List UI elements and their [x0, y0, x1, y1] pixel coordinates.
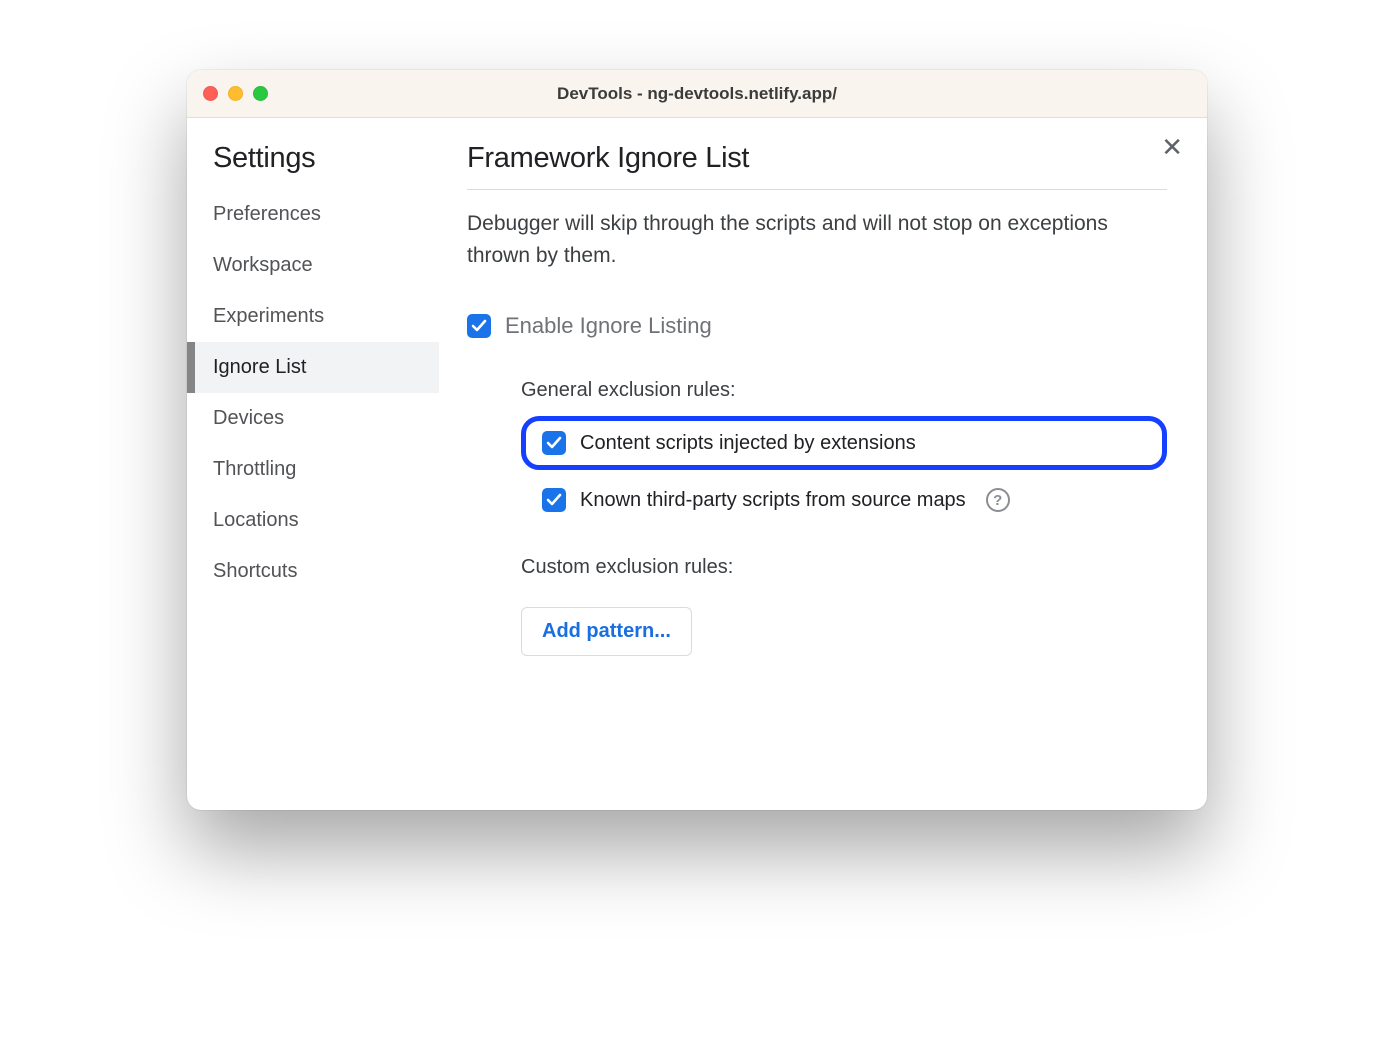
titlebar: DevTools - ng-devtools.netlify.app/ [187, 70, 1207, 118]
sidebar-item-shortcuts[interactable]: Shortcuts [187, 546, 439, 597]
close-window-button[interactable] [203, 86, 218, 101]
page-description: Debugger will skip through the scripts a… [467, 208, 1167, 271]
rule-content-scripts-checkbox[interactable] [542, 431, 566, 455]
sidebar-item-preferences[interactable]: Preferences [187, 189, 439, 240]
enable-ignore-listing-row: Enable Ignore Listing [467, 313, 1167, 339]
sidebar-title: Settings [187, 142, 439, 189]
general-rules-heading: General exclusion rules: [521, 379, 1167, 402]
rule-third-party-checkbox[interactable] [542, 488, 566, 512]
enable-ignore-listing-label: Enable Ignore Listing [505, 313, 712, 339]
check-icon [546, 492, 562, 508]
sidebar-item-locations[interactable]: Locations [187, 495, 439, 546]
settings-sidebar: Settings Preferences Workspace Experimen… [187, 118, 439, 810]
rule-third-party-row: Known third-party scripts from source ma… [521, 478, 1167, 522]
sidebar-item-workspace[interactable]: Workspace [187, 240, 439, 291]
page-title: Framework Ignore List [467, 142, 1167, 175]
traffic-lights [203, 86, 268, 101]
custom-rules-heading: Custom exclusion rules: [521, 556, 1167, 579]
rule-content-scripts-label: Content scripts injected by extensions [580, 432, 916, 455]
check-icon [546, 435, 562, 451]
rule-third-party-label: Known third-party scripts from source ma… [580, 489, 966, 512]
sidebar-item-throttling[interactable]: Throttling [187, 444, 439, 495]
content-area: ✕ Settings Preferences Workspace Experim… [187, 118, 1207, 810]
sidebar-item-experiments[interactable]: Experiments [187, 291, 439, 342]
check-icon [471, 318, 487, 334]
divider [467, 189, 1167, 190]
close-icon[interactable]: ✕ [1161, 134, 1183, 160]
help-icon[interactable]: ? [986, 488, 1010, 512]
minimize-window-button[interactable] [228, 86, 243, 101]
sidebar-item-ignore-list[interactable]: Ignore List [187, 342, 439, 393]
enable-ignore-listing-checkbox[interactable] [467, 314, 491, 338]
rule-content-scripts-row: Content scripts injected by extensions [521, 416, 1167, 470]
sidebar-item-devices[interactable]: Devices [187, 393, 439, 444]
settings-window: DevTools - ng-devtools.netlify.app/ ✕ Se… [187, 70, 1207, 810]
main-panel: Framework Ignore List Debugger will skip… [439, 118, 1207, 810]
add-pattern-button[interactable]: Add pattern... [521, 607, 692, 656]
window-title: DevTools - ng-devtools.netlify.app/ [187, 84, 1207, 104]
zoom-window-button[interactable] [253, 86, 268, 101]
